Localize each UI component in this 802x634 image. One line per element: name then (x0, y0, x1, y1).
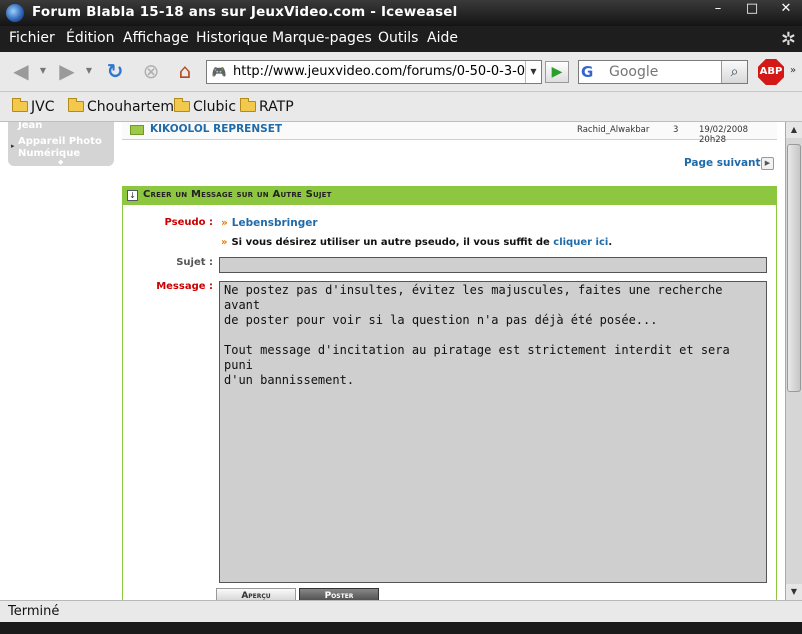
double-chevron-icon: » (221, 217, 228, 229)
minimize-button[interactable]: – (707, 0, 729, 20)
topic-title[interactable]: KIKOOLOL REPRENSET (150, 123, 282, 135)
url-dropdown-icon[interactable]: ▼ (525, 61, 541, 83)
subject-label: Sujet : (176, 257, 213, 268)
topic-author[interactable]: Rachid_Alwakbar (577, 125, 649, 135)
bookmarks-toolbar: JVC Chouhartem Clubic RATP (0, 92, 802, 122)
folder-icon (68, 98, 84, 112)
menubar: Fichier Édition Affichage Historique Mar… (0, 26, 802, 52)
pseudo-text: Lebensbringer (231, 217, 318, 229)
scroll-up-arrow-icon[interactable]: ▲ (786, 122, 802, 138)
sidebar-item-appareil-photo[interactable]: Appareil Photo (18, 136, 102, 148)
overflow-chevron-icon[interactable]: » (786, 60, 800, 84)
collapse-arrow-icon[interactable]: ↓ (127, 190, 138, 201)
next-page-arrow-icon[interactable]: ▶ (761, 157, 774, 170)
new-topic-form: ↓ Creer un Message sur un Autre Sujet Ps… (122, 186, 777, 600)
post-button[interactable]: Poster (299, 588, 379, 600)
iceweasel-icon (6, 4, 24, 22)
window-title: Forum Blabla 15-18 ans sur JeuxVideo.com… (32, 4, 458, 20)
back-arrow-icon[interactable]: ◀ (8, 60, 34, 84)
topic-date: 19/02/2008 20h28 (699, 125, 748, 145)
go-button[interactable]: ▶ (545, 61, 569, 83)
menu-historique[interactable]: Historique (196, 30, 268, 46)
vertical-scrollbar[interactable]: ▲ ▼ (785, 122, 802, 600)
subject-input[interactable] (219, 257, 767, 273)
search-magnifier-icon[interactable]: ⌕ (721, 61, 747, 83)
adblock-icon[interactable]: ABP (758, 59, 784, 85)
reload-icon[interactable]: ↻ (102, 60, 128, 84)
google-engine-icon[interactable]: G (581, 63, 607, 81)
bookmark-label: Chouhartem (87, 99, 175, 115)
message-textarea[interactable]: Ne postez pas d'insultes, évitez les maj… (219, 281, 767, 583)
hint-end: . (608, 237, 613, 248)
status-text: Terminé (8, 604, 60, 619)
sidebar-item-jean[interactable]: Jean (18, 122, 42, 132)
maximize-button[interactable]: □ (741, 0, 763, 20)
menu-marque-pages[interactable]: Marque-pages (272, 30, 372, 46)
form-header: ↓ Creer un Message sur un Autre Sujet (123, 187, 776, 205)
sidebar-item-numerique[interactable]: Numérique (18, 148, 80, 160)
bookmark-chouhartem[interactable]: Chouhartem (68, 98, 175, 115)
site-favicon-icon: 🎮 (211, 65, 227, 79)
bullet-icon: ▸ (11, 142, 15, 150)
sidebar-menu: Jean ▸ Appareil Photo Numérique ◆ (8, 122, 114, 166)
change-pseudo-link[interactable]: cliquer ici (553, 237, 608, 248)
pseudo-label: Pseudo : (164, 217, 213, 228)
search-box[interactable]: G ⌕ (578, 60, 748, 84)
scroll-down-arrow-icon[interactable]: ▼ (786, 584, 802, 600)
folder-icon (240, 98, 256, 112)
search-input[interactable] (609, 63, 719, 81)
folder-icon (12, 98, 28, 112)
forward-arrow-icon[interactable]: ▶ (54, 60, 80, 84)
bookmark-label: RATP (259, 99, 294, 115)
menu-aide[interactable]: Aide (427, 30, 458, 46)
preview-button[interactable]: Aperçu (216, 588, 296, 600)
scrollbar-thumb[interactable] (787, 144, 801, 392)
page-content: Jean ▸ Appareil Photo Numérique ◆ KIKOOL… (0, 122, 785, 600)
window-titlebar: Forum Blabla 15-18 ans sur JeuxVideo.com… (0, 0, 802, 26)
pseudo-value: » Lebensbringer (221, 217, 318, 229)
topic-folder-icon (130, 125, 144, 135)
form-title: Creer un Message sur un Autre Sujet (143, 189, 332, 200)
table-row[interactable]: KIKOOLOL REPRENSET Rachid_Alwakbar 3 19/… (122, 122, 777, 145)
topic-reply-count: 3 (673, 125, 679, 135)
url-text[interactable]: http://www.jeuxvideo.com/forums/0-50-0-3… (233, 64, 525, 79)
forward-history-dropdown-icon[interactable]: ▼ (84, 60, 94, 84)
folder-icon (174, 98, 190, 112)
menu-outils[interactable]: Outils (378, 30, 418, 46)
bookmark-label: JVC (31, 99, 55, 115)
menu-affichage[interactable]: Affichage (123, 30, 189, 46)
next-page-link[interactable]: Page suivante (684, 157, 768, 169)
hint-text: Si vous désirez utiliser un autre pseudo… (231, 237, 550, 248)
message-label: Message : (156, 281, 213, 292)
expand-icon[interactable]: ◆ (58, 158, 63, 166)
home-icon[interactable]: ⌂ (172, 60, 198, 84)
double-chevron-icon: » (221, 237, 228, 248)
menu-fichier[interactable]: Fichier (9, 30, 55, 46)
url-bar[interactable]: 🎮 http://www.jeuxvideo.com/forums/0-50-0… (206, 60, 542, 84)
bookmark-ratp[interactable]: RATP (240, 98, 294, 115)
throbber-gear-icon: ✲ (780, 29, 796, 50)
window-bottom-edge (0, 622, 802, 634)
bookmark-clubic[interactable]: Clubic (174, 98, 237, 115)
status-bar: Terminé (0, 600, 802, 622)
pseudo-hint: » Si vous désirez utiliser un autre pseud… (221, 237, 612, 248)
bookmark-jvc[interactable]: JVC (12, 98, 55, 115)
bookmark-label: Clubic (193, 99, 237, 115)
close-button[interactable]: ✕ (775, 0, 797, 20)
stop-icon[interactable]: ⊗ (138, 60, 164, 84)
menu-edition[interactable]: Édition (66, 30, 114, 46)
back-history-dropdown-icon[interactable]: ▼ (38, 60, 48, 84)
